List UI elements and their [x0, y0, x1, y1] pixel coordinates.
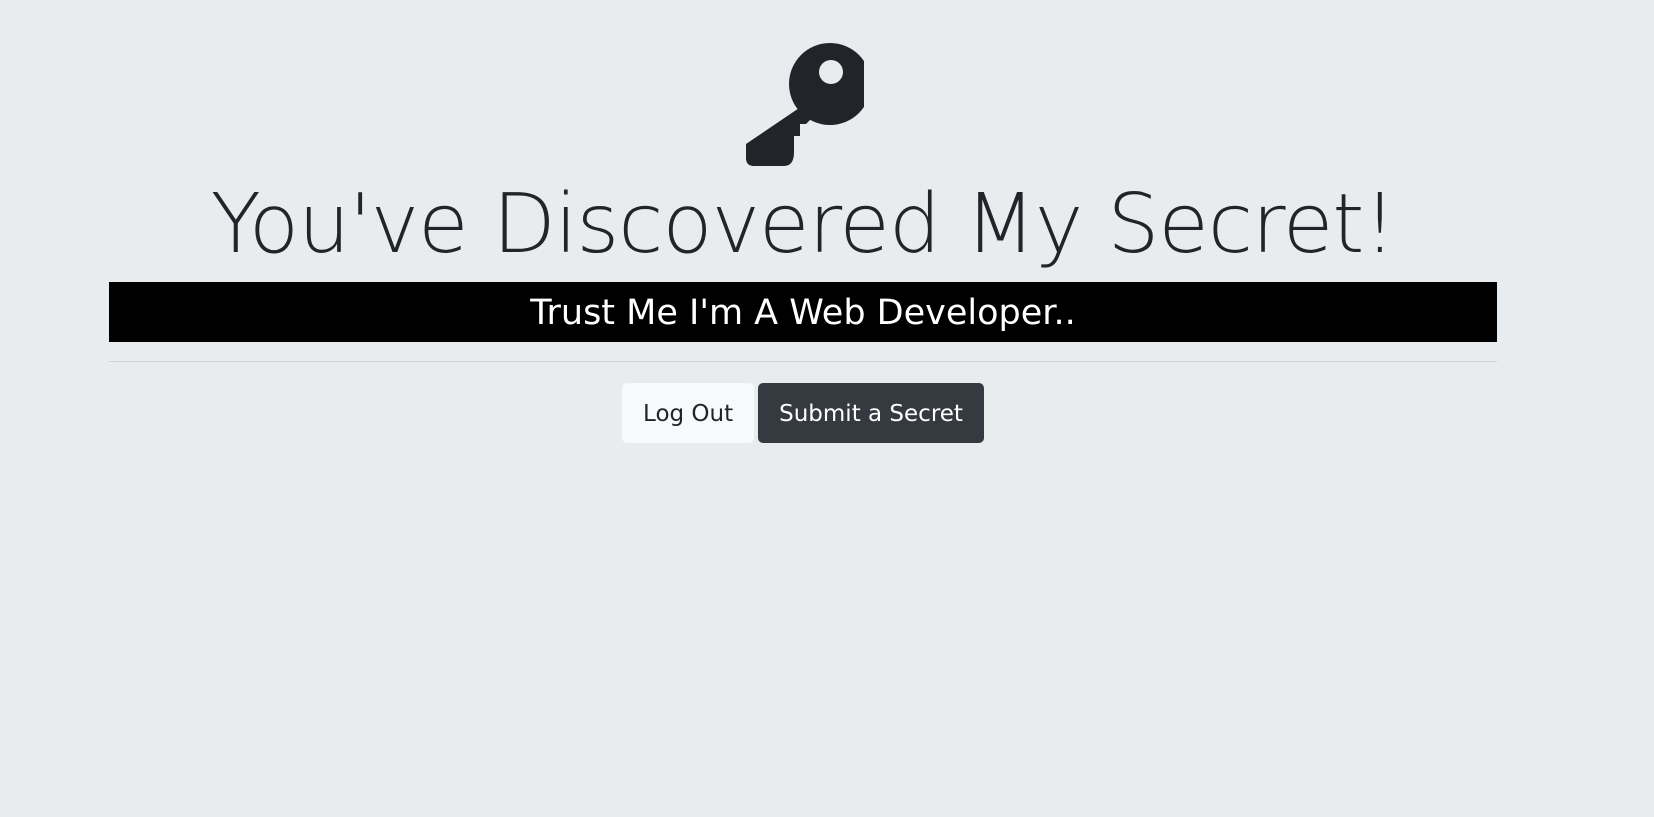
- key-icon: [742, 42, 864, 166]
- divider: [109, 361, 1497, 362]
- page-title: You've Discovered My Secret!: [210, 177, 1397, 272]
- secret-text: Trust Me I'm A Web Developer..: [109, 282, 1497, 342]
- action-buttons: Log Out Submit a Secret: [109, 383, 1497, 443]
- secrets-page: You've Discovered My Secret! Trust Me I'…: [0, 0, 1654, 817]
- submit-secret-button[interactable]: Submit a Secret: [758, 383, 984, 443]
- logout-button[interactable]: Log Out: [622, 383, 755, 443]
